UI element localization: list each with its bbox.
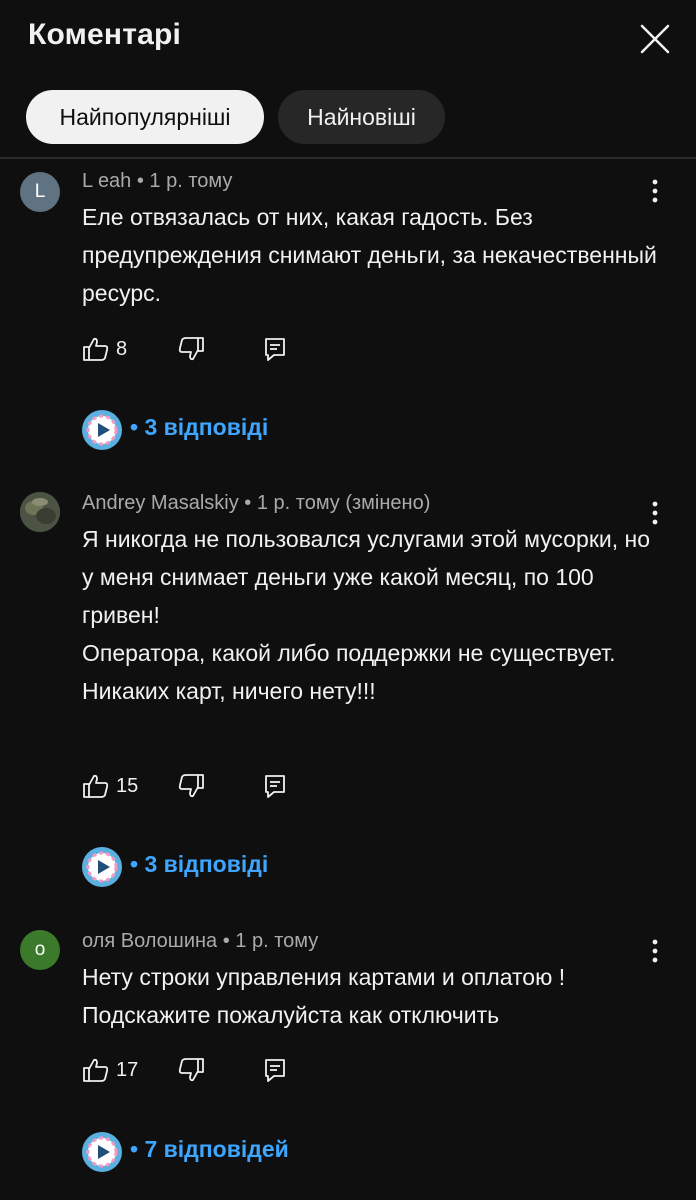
creator-avatar xyxy=(80,408,124,452)
avatar[interactable] xyxy=(20,492,60,532)
chip-top-comments[interactable]: Найпопулярніші xyxy=(26,90,264,144)
comment-actions: 15 xyxy=(82,772,382,806)
replies-count: • 7 відповідей xyxy=(130,1136,289,1162)
creator-avatar xyxy=(80,845,124,889)
view-replies-button[interactable]: • 7 відповідей xyxy=(80,1130,380,1174)
replies-count: • 3 відповіді xyxy=(130,414,269,440)
comment-time: • 1 р. тому (змінено) xyxy=(244,492,431,514)
reply-icon[interactable] xyxy=(262,1056,290,1084)
thumbs-down-icon[interactable] xyxy=(177,335,205,363)
view-replies-button[interactable]: • 3 відповіді xyxy=(80,845,380,889)
comment-meta: Andrey Masalskiy • 1 р. тому (змінено) xyxy=(82,492,430,515)
avatar[interactable]: L xyxy=(20,172,60,212)
comment-author[interactable]: Andrey Masalskiy xyxy=(82,492,239,514)
comment-text: Еле отвязалась от них, какая гадость. Бе… xyxy=(82,204,657,306)
comments-header: Коментарі xyxy=(0,0,696,78)
comment-author[interactable]: L eah xyxy=(82,170,131,192)
comment-actions: 17 xyxy=(82,1056,382,1090)
thumbs-up-icon[interactable] xyxy=(82,1056,110,1084)
comment-time: • 1 р. тому xyxy=(222,930,319,952)
reply-icon[interactable] xyxy=(262,772,290,800)
sort-chips: Найпопулярніші Найновіші xyxy=(0,90,696,146)
view-replies-button[interactable]: • 3 відповіді xyxy=(80,408,380,452)
like-count: 15 xyxy=(116,775,139,797)
like-count: 17 xyxy=(116,1059,139,1081)
chip-newest[interactable]: Найновіші xyxy=(278,90,445,144)
creator-avatar xyxy=(80,1130,124,1174)
page-title: Коментарі xyxy=(28,18,182,51)
thumbs-down-icon[interactable] xyxy=(177,1056,205,1084)
comment-time: • 1 р. тому xyxy=(136,170,233,192)
comment-meta: L eah • 1 р. тому xyxy=(82,170,232,193)
comment-author[interactable]: оля Волошина xyxy=(82,930,217,952)
reply-icon[interactable] xyxy=(262,335,290,363)
comment-meta: оля Волошина • 1 р. тому xyxy=(82,930,318,953)
thumbs-down-icon[interactable] xyxy=(177,772,205,800)
comment-text: Нету строки управления картами и оплатою… xyxy=(82,964,566,1028)
close-icon[interactable] xyxy=(636,20,674,58)
avatar[interactable]: о xyxy=(20,930,60,970)
comment-text: Я никогда не пользовался услугами этой м… xyxy=(82,526,651,704)
comment-actions: 8 xyxy=(82,335,382,369)
replies-count: • 3 відповіді xyxy=(130,851,269,877)
divider xyxy=(0,157,696,159)
thumbs-up-icon[interactable] xyxy=(82,335,110,363)
thumbs-up-icon[interactable] xyxy=(82,772,110,800)
like-count: 8 xyxy=(116,338,128,360)
